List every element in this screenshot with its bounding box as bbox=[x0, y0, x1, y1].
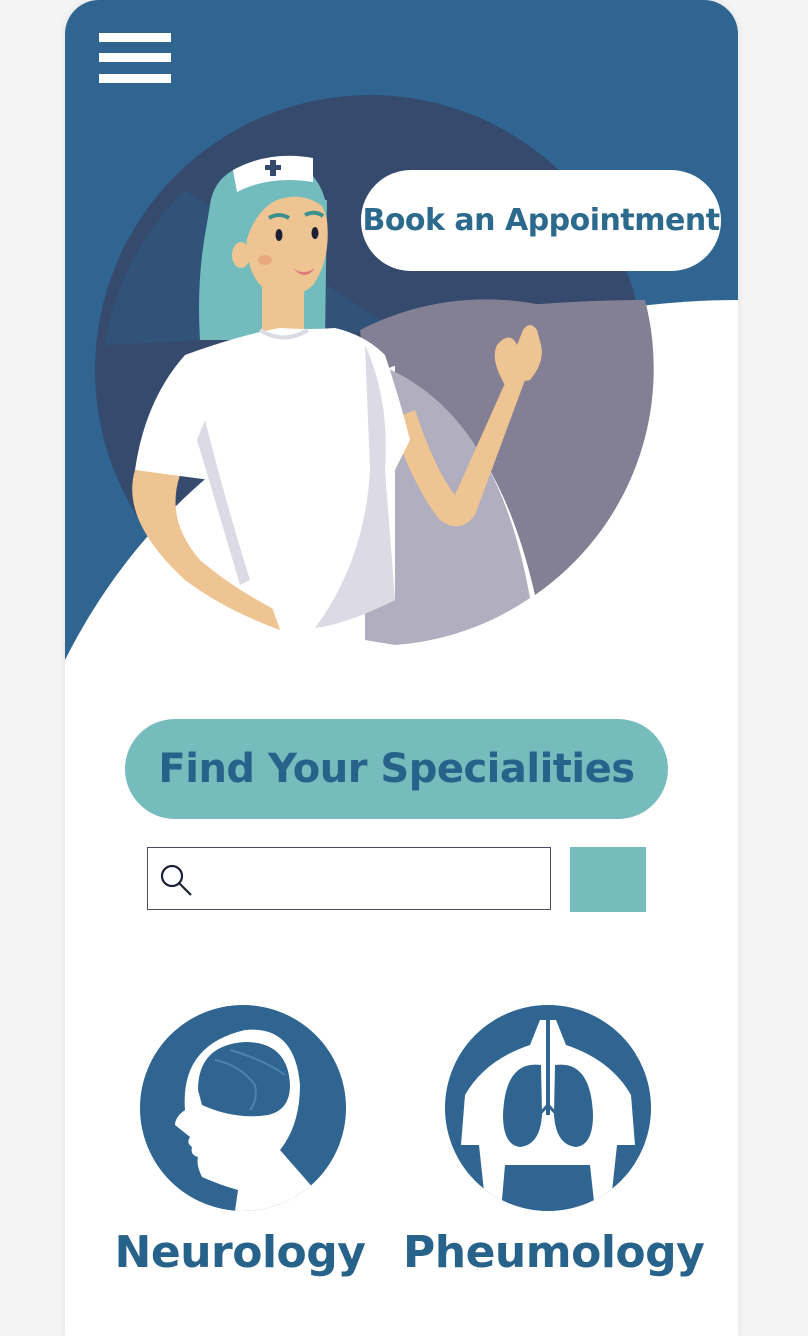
lungs-icon bbox=[445, 1005, 651, 1211]
nurse-illustration bbox=[65, 0, 738, 680]
menu-line bbox=[99, 74, 171, 83]
specialty-label: Pheumology bbox=[403, 1227, 705, 1278]
brain-head-icon bbox=[140, 1005, 346, 1211]
hamburger-menu-icon bbox=[99, 33, 171, 42]
search-input[interactable] bbox=[204, 854, 544, 904]
menu-line bbox=[99, 53, 171, 62]
app-screen: Book an Appointment Find Your Specialiti… bbox=[65, 0, 738, 1336]
menu-button[interactable] bbox=[95, 30, 171, 88]
specialty-pneumology[interactable]: Pheumology bbox=[403, 1005, 705, 1295]
find-specialities-heading: Find Your Specialities bbox=[125, 719, 668, 819]
search-icon bbox=[160, 864, 192, 896]
hero-banner: Book an Appointment bbox=[65, 0, 738, 680]
specialty-label: Neurology bbox=[114, 1227, 366, 1278]
search-field[interactable] bbox=[147, 847, 551, 910]
book-appointment-button[interactable]: Book an Appointment bbox=[361, 170, 721, 271]
search-submit-button[interactable] bbox=[570, 847, 646, 912]
specialty-neurology[interactable]: Neurology bbox=[100, 1005, 400, 1295]
